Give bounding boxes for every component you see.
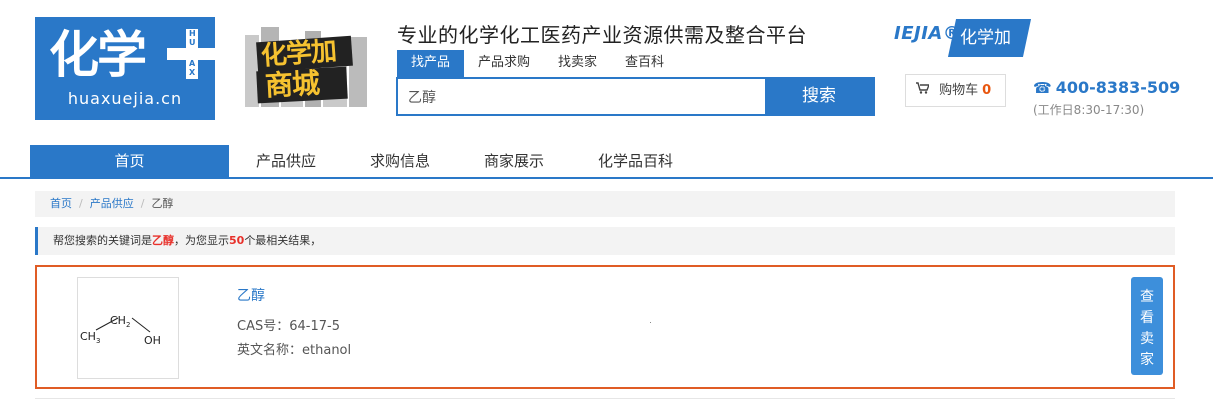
phone-icon: ☎ bbox=[1033, 79, 1052, 97]
brand-cn-box: 化学加 bbox=[947, 19, 1032, 57]
logo-plus-icon: H U A X bbox=[167, 29, 217, 79]
logo-url: huaxuejia.cn bbox=[67, 89, 183, 108]
svg-text:OH: OH bbox=[144, 334, 161, 347]
en-label: 英文名称： bbox=[237, 343, 303, 358]
search-tab-encyclopedia[interactable]: 查百科 bbox=[611, 50, 678, 77]
cas-label: CAS号： bbox=[237, 319, 290, 334]
product-cas: CAS号：64-17-5 bbox=[237, 315, 340, 334]
service-hours: (工作日8:30-17:30) bbox=[1033, 103, 1145, 117]
view-sellers-button[interactable]: 查 看 卖 家 bbox=[1131, 277, 1163, 375]
product-en-name: 英文名称：ethanol bbox=[237, 339, 351, 358]
nav-item-home[interactable]: 首页 bbox=[30, 145, 229, 178]
nav-item-supply[interactable]: 产品供应 bbox=[229, 145, 343, 178]
result-card: CH 3 CH 2 OH 乙醇 CAS号：64-17-5 英文名称：ethano… bbox=[35, 265, 1175, 389]
mall-text-line2: 商城 bbox=[264, 66, 320, 103]
brand-cn: 化学加 bbox=[960, 28, 1011, 48]
search-tab-purchase[interactable]: 产品求购 bbox=[464, 50, 544, 77]
notice-count: 50 bbox=[229, 234, 245, 247]
cart-button[interactable]: 购物车 0 bbox=[905, 74, 1006, 107]
cart-label: 购物车 bbox=[939, 83, 979, 98]
site-slogan: 专业的化学化工医药产业资源供需及整合平台 bbox=[397, 23, 807, 47]
breadcrumb: 首页 / 产品供应 / 乙醇 bbox=[35, 191, 1175, 217]
search-tabs: 找产品 产品求购 找卖家 查百科 bbox=[397, 50, 678, 77]
notice-keyword: 乙醇 bbox=[152, 234, 174, 247]
nav-item-purchase[interactable]: 求购信息 bbox=[343, 145, 457, 178]
nav-item-encyclopedia[interactable]: 化学品百科 bbox=[571, 145, 700, 178]
mall-text-line1: 化学加 bbox=[260, 36, 337, 72]
breadcrumb-separator: / bbox=[79, 197, 83, 210]
notice-suffix: 个最相关结果， bbox=[244, 234, 322, 247]
search-bar: 搜索 bbox=[396, 77, 875, 116]
svg-text:CH: CH bbox=[110, 314, 126, 327]
mall-banner[interactable]: 化学加 商城 bbox=[241, 27, 373, 109]
breadcrumb-separator: / bbox=[140, 197, 145, 210]
product-name-link[interactable]: 乙醇 bbox=[237, 285, 265, 305]
svg-text:CH: CH bbox=[80, 330, 96, 343]
notice-prefix: 帮您搜索的关键词是 bbox=[53, 234, 152, 247]
nav-divider bbox=[0, 177, 1213, 179]
view-sellers-char: 卖 bbox=[1140, 331, 1154, 347]
svg-text:2: 2 bbox=[126, 321, 130, 329]
breadcrumb-home[interactable]: 首页 bbox=[50, 197, 72, 210]
search-notice: 帮您搜索的关键词是乙醇，为您显示50个最相关结果， bbox=[35, 227, 1175, 255]
svg-text:3: 3 bbox=[96, 337, 100, 345]
en-value: ethanol bbox=[302, 343, 352, 358]
search-button[interactable]: 搜索 bbox=[765, 79, 873, 114]
cart-icon bbox=[916, 82, 933, 98]
view-sellers-char: 查 bbox=[1140, 289, 1154, 305]
breadcrumb-supply[interactable]: 产品供应 bbox=[90, 197, 134, 210]
main-nav: 首页 产品供应 求购信息 商家展示 化学品百科 bbox=[30, 145, 700, 178]
stray-dot bbox=[650, 322, 651, 323]
view-sellers-char: 看 bbox=[1140, 310, 1154, 326]
breadcrumb-current: 乙醇 bbox=[151, 197, 174, 210]
search-tab-sellers[interactable]: 找卖家 bbox=[544, 50, 611, 77]
hotline: ☎ 400-8383-509 bbox=[1033, 78, 1180, 97]
cart-count: 0 bbox=[982, 83, 992, 98]
next-card-edge bbox=[35, 398, 1175, 399]
ethanol-structure-diagram: CH 3 CH 2 OH bbox=[80, 314, 161, 347]
notice-middle: ，为您显示 bbox=[174, 234, 229, 247]
search-tab-products[interactable]: 找产品 bbox=[397, 50, 465, 77]
cas-value: 64-17-5 bbox=[289, 319, 340, 334]
phone-number: 400-8383-509 bbox=[1055, 78, 1181, 97]
site-logo[interactable]: 化学 H U A X huaxuejia.cn bbox=[35, 17, 217, 120]
search-input[interactable] bbox=[398, 79, 765, 114]
logo-text: 化学 bbox=[49, 26, 147, 84]
structure-image[interactable]: CH 3 CH 2 OH bbox=[77, 277, 179, 379]
view-sellers-char: 家 bbox=[1140, 352, 1154, 368]
brand-badge[interactable]: IEJIA® 化学加 bbox=[890, 17, 1032, 57]
nav-item-merchants[interactable]: 商家展示 bbox=[457, 145, 571, 178]
